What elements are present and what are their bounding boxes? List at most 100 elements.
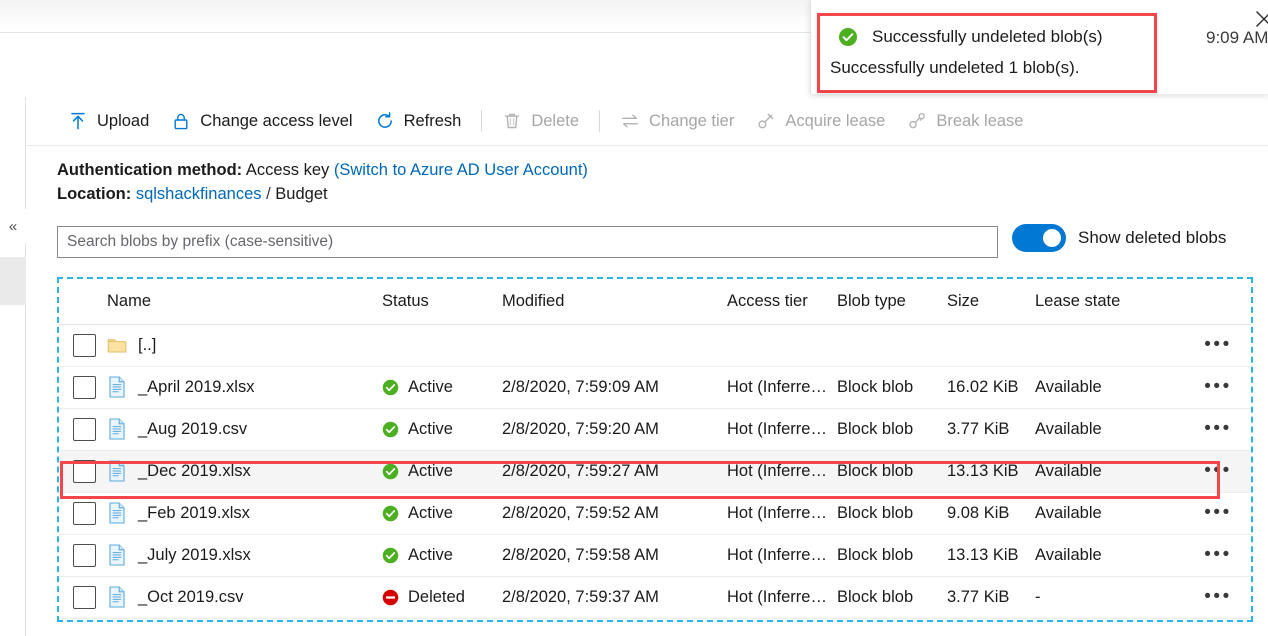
acquire-lease-label: Acquire lease xyxy=(785,112,885,131)
cell-name: _April 2019.xlsx xyxy=(107,366,382,408)
row-checkbox[interactable] xyxy=(73,334,96,357)
row-more-menu-icon[interactable]: ••• xyxy=(1204,587,1231,606)
toolbar-divider-2 xyxy=(599,110,600,132)
toolbar-divider xyxy=(481,110,482,132)
row-checkbox[interactable] xyxy=(73,376,96,399)
column-header-access-tier[interactable]: Access tier xyxy=(727,279,837,324)
row-checkbox-cell xyxy=(59,408,107,450)
blob-name[interactable]: _April 2019.xlsx xyxy=(138,378,254,397)
change-tier-button[interactable]: Change tier xyxy=(609,104,745,138)
table-row[interactable]: [..] ••• xyxy=(59,324,1251,366)
cell-size: 13.13 KiB xyxy=(947,450,1035,492)
breadcrumb-container: Budget xyxy=(275,185,327,203)
row-checkbox[interactable] xyxy=(73,544,96,567)
cell-modified xyxy=(502,324,727,366)
cell-size: 9.08 KiB xyxy=(947,492,1035,534)
show-deleted-blobs-toggle[interactable] xyxy=(1012,224,1066,252)
status-text: Active xyxy=(408,546,453,565)
file-icon xyxy=(107,460,127,482)
cell-blob-type: Block blob xyxy=(837,492,947,534)
file-icon xyxy=(107,502,127,524)
check-circle-icon xyxy=(382,421,399,438)
row-checkbox[interactable] xyxy=(73,460,96,483)
column-header-blob-type[interactable]: Blob type xyxy=(837,279,947,324)
row-checkbox[interactable] xyxy=(73,586,96,609)
column-header-name[interactable]: Name xyxy=(107,279,382,324)
cell-access-tier xyxy=(727,324,837,366)
blob-list-table: Name Status Modified Access tier Blob ty… xyxy=(59,279,1251,619)
cell-row-menu: ••• xyxy=(1185,366,1251,408)
authentication-method-label: Authentication method: xyxy=(57,161,242,179)
check-circle-icon xyxy=(382,547,399,564)
file-icon xyxy=(107,586,127,608)
file-icon xyxy=(107,418,127,440)
cell-lease-state: Available xyxy=(1035,408,1185,450)
cell-row-menu: ••• xyxy=(1185,534,1251,576)
blob-name[interactable]: [..] xyxy=(138,336,156,355)
authentication-method-value: Access key xyxy=(246,161,329,179)
row-checkbox-cell xyxy=(59,576,107,618)
row-checkbox-cell xyxy=(59,492,107,534)
break-lease-button[interactable]: Break lease xyxy=(896,104,1034,138)
cell-status: Deleted xyxy=(382,576,502,618)
close-icon[interactable] xyxy=(1253,8,1268,30)
cell-blob-type: Block blob xyxy=(837,576,947,618)
search-input[interactable] xyxy=(57,226,998,258)
row-more-menu-icon[interactable]: ••• xyxy=(1204,419,1231,438)
table-row[interactable]: _Feb 2019.xlsxActive2/8/2020, 7:59:52 AM… xyxy=(59,492,1251,534)
row-checkbox[interactable] xyxy=(73,502,96,525)
status-text: Deleted xyxy=(408,588,465,607)
cell-blob-type: Block blob xyxy=(837,408,947,450)
change-access-level-button[interactable]: Change access level xyxy=(160,104,363,138)
column-header-status[interactable]: Status xyxy=(382,279,502,324)
breadcrumb-separator: / xyxy=(266,185,271,203)
blob-name[interactable]: _Oct 2019.csv xyxy=(138,588,243,607)
select-all-header xyxy=(59,279,107,324)
row-more-menu-icon[interactable]: ••• xyxy=(1204,545,1231,564)
cell-status: Active xyxy=(382,366,502,408)
cell-status: Active xyxy=(382,534,502,576)
row-more-menu-icon[interactable]: ••• xyxy=(1204,461,1231,480)
delete-button[interactable]: Delete xyxy=(491,104,590,138)
table-row[interactable]: _Aug 2019.csvActive2/8/2020, 7:59:20 AMH… xyxy=(59,408,1251,450)
notification-timestamp: 9:09 AM xyxy=(1206,28,1268,48)
row-more-menu-icon[interactable]: ••• xyxy=(1204,503,1231,522)
status-text: Active xyxy=(408,504,453,523)
column-header-size[interactable]: Size xyxy=(947,279,1035,324)
cell-modified: 2/8/2020, 7:59:20 AM xyxy=(502,408,727,450)
row-more-menu-icon[interactable]: ••• xyxy=(1204,377,1231,396)
breadcrumb-storage-account[interactable]: sqlshackfinances xyxy=(136,185,262,203)
column-header-modified[interactable]: Modified xyxy=(502,279,727,324)
switch-to-azure-ad-link[interactable]: (Switch to Azure AD User Account) xyxy=(334,161,588,179)
acquire-lease-button[interactable]: Acquire lease xyxy=(745,104,896,138)
blob-list-table-container: Name Status Modified Access tier Blob ty… xyxy=(57,277,1253,622)
check-circle-icon xyxy=(382,379,399,396)
cell-name: _Aug 2019.csv xyxy=(107,408,382,450)
blob-name[interactable]: _July 2019.xlsx xyxy=(138,546,251,565)
cell-name: _July 2019.xlsx xyxy=(107,534,382,576)
refresh-button[interactable]: Refresh xyxy=(364,104,473,138)
row-checkbox-cell xyxy=(59,324,107,366)
cell-lease-state: Available xyxy=(1035,534,1185,576)
cell-row-menu: ••• xyxy=(1185,576,1251,618)
upload-button[interactable]: Upload xyxy=(57,104,160,138)
cell-name: [..] xyxy=(107,324,382,366)
column-header-lease-state[interactable]: Lease state xyxy=(1035,279,1185,324)
row-more-menu-icon[interactable]: ••• xyxy=(1204,335,1231,354)
cell-modified: 2/8/2020, 7:59:09 AM xyxy=(502,366,727,408)
rail-selected-indicator[interactable] xyxy=(0,257,26,305)
blob-name[interactable]: _Aug 2019.csv xyxy=(138,420,247,439)
table-row[interactable]: _July 2019.xlsxActive2/8/2020, 7:59:58 A… xyxy=(59,534,1251,576)
cell-size: 13.13 KiB xyxy=(947,534,1035,576)
upload-icon xyxy=(68,111,88,131)
notification-title-row: Successfully undeleted blob(s) xyxy=(838,27,1103,47)
table-row[interactable]: _April 2019.xlsx Active2/8/2020, 7:59:09 … xyxy=(59,366,1251,408)
table-row[interactable]: _Dec 2019.xlsxActive2/8/2020, 7:59:27 AM… xyxy=(59,450,1251,492)
notification-annotation-box: Successfully undeleted blob(s) Successfu… xyxy=(817,13,1157,93)
cell-name: _Feb 2019.xlsx xyxy=(107,492,382,534)
chevron-double-left-icon[interactable]: « xyxy=(0,209,26,243)
blob-name[interactable]: _Dec 2019.xlsx xyxy=(138,462,251,481)
blob-name[interactable]: _Feb 2019.xlsx xyxy=(138,504,250,523)
table-row[interactable]: _Oct 2019.csvDeleted2/8/2020, 7:59:37 AM… xyxy=(59,576,1251,618)
row-checkbox[interactable] xyxy=(73,418,96,441)
